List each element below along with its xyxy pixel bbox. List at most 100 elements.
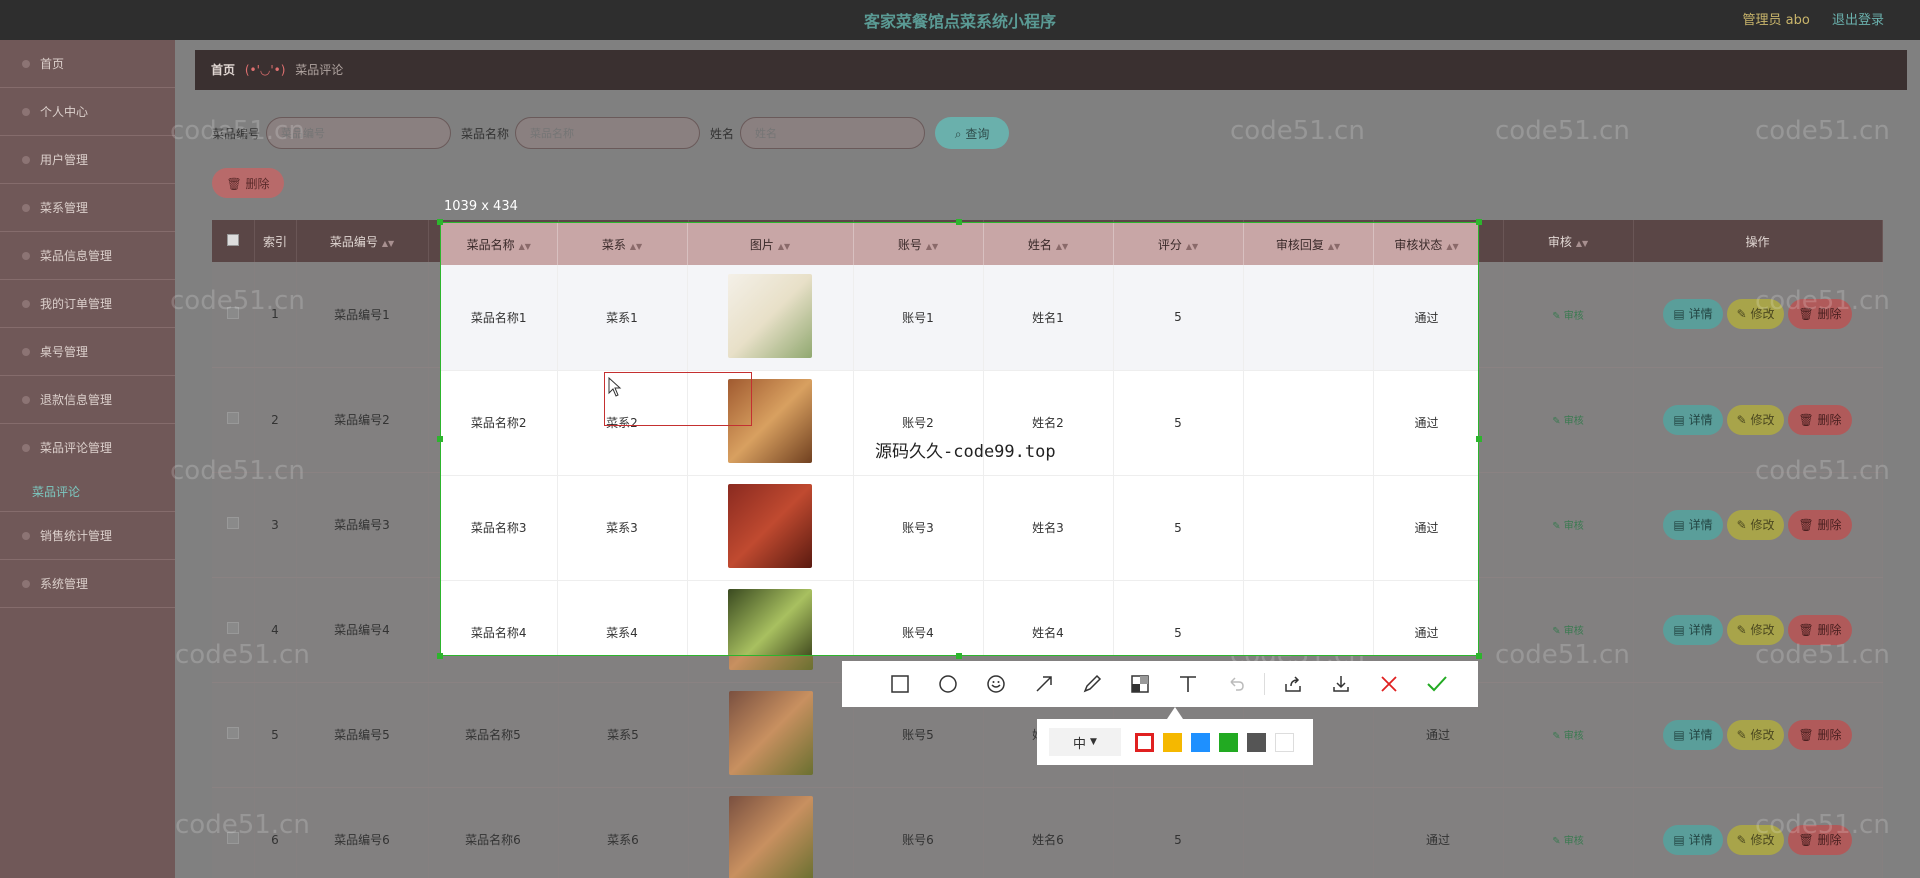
- row-index: 2: [271, 412, 279, 427]
- detail-button[interactable]: ▤ 详情: [1663, 719, 1723, 750]
- detail-button[interactable]: ▤ 详情: [1663, 509, 1723, 540]
- bullet-icon: [22, 252, 30, 260]
- text-tool[interactable]: [1164, 661, 1212, 707]
- font-size-select[interactable]: 中 ▼: [1049, 728, 1121, 756]
- resize-handle[interactable]: [437, 653, 443, 659]
- row-checkbox[interactable]: [226, 306, 239, 319]
- edit-button[interactable]: ✎ 修改: [1726, 404, 1785, 435]
- edit-button[interactable]: ✎ 修改: [1726, 509, 1785, 540]
- sidebar-item-comments[interactable]: 菜品评论: [0, 472, 175, 512]
- sidebar-item-refunds[interactable]: 退款信息管理: [0, 376, 175, 424]
- panel-pointer: [1167, 707, 1183, 719]
- row-checkbox[interactable]: [226, 412, 239, 424]
- rectangle-tool[interactable]: [876, 661, 924, 707]
- detail-button[interactable]: ▤ 详情: [1663, 824, 1723, 855]
- annotation-text[interactable]: 源码久久-code99.top: [875, 437, 1056, 462]
- audit-link[interactable]: ✎ 审核: [1552, 836, 1584, 847]
- sidebar-item-sales[interactable]: 销售统计管理: [0, 512, 175, 560]
- query-button[interactable]: ⌕ 查询: [935, 117, 1010, 149]
- share-tool[interactable]: [1269, 661, 1317, 707]
- color-swatch[interactable]: [1191, 732, 1210, 752]
- emoji-icon: [987, 675, 1005, 693]
- audit-link[interactable]: ✎ 审核: [1552, 416, 1584, 427]
- col-dish-code[interactable]: 菜品编号 ▲▼: [296, 220, 429, 262]
- row-checkbox[interactable]: [226, 832, 239, 844]
- sidebar-item-tables[interactable]: 桌号管理: [0, 328, 175, 376]
- row-cuisine: 菜系3: [606, 521, 638, 535]
- resize-handle[interactable]: [437, 219, 443, 225]
- person-name-label: 姓名: [710, 126, 735, 141]
- breadcrumb-home[interactable]: 首页: [211, 63, 235, 77]
- sidebar-item-comment-mgmt[interactable]: 菜品评论管理: [0, 424, 175, 472]
- delete-button[interactable]: 🗑 删除: [1788, 719, 1852, 750]
- edit-button[interactable]: ✎ 修改: [1726, 824, 1785, 855]
- person-name-input[interactable]: [740, 117, 926, 149]
- dish-name-input[interactable]: [515, 117, 701, 149]
- color-swatches: [1135, 732, 1303, 752]
- cap-col-image: 图片 ▲▼: [687, 223, 854, 265]
- bullet-icon: [22, 396, 30, 404]
- color-swatch[interactable]: [1163, 732, 1182, 752]
- delete-button[interactable]: 🗑 删除: [1788, 614, 1852, 645]
- dish-code-input[interactable]: [266, 117, 452, 149]
- delete-button[interactable]: 🗑 删除: [1788, 824, 1852, 855]
- brush-tool[interactable]: [1068, 661, 1116, 707]
- arrow-tool[interactable]: [1020, 661, 1068, 707]
- edit-button[interactable]: ✎ 修改: [1726, 719, 1785, 750]
- row-checkbox[interactable]: [226, 517, 239, 529]
- confirm-tool[interactable]: [1413, 661, 1461, 707]
- breadcrumb-current: 菜品评论: [295, 63, 344, 77]
- sidebar-item-home[interactable]: 首页: [0, 40, 175, 88]
- annotation-rectangle[interactable]: [604, 372, 752, 426]
- mosaic-icon: [1131, 675, 1149, 693]
- row-dish-code: 菜品编号4: [334, 623, 390, 637]
- color-swatch[interactable]: [1135, 732, 1154, 752]
- row-status: 通过: [1425, 833, 1450, 847]
- detail-button[interactable]: ▤ 详情: [1663, 404, 1723, 435]
- audit-link[interactable]: ✎ 审核: [1552, 521, 1584, 532]
- audit-link[interactable]: ✎ 审核: [1552, 311, 1584, 322]
- detail-button[interactable]: ▤ 详情: [1663, 299, 1723, 330]
- download-tool[interactable]: [1317, 661, 1365, 707]
- sidebar-item-system[interactable]: 系统管理: [0, 560, 175, 608]
- resize-handle[interactable]: [956, 219, 962, 225]
- select-all-checkbox[interactable]: [212, 220, 255, 262]
- detail-button[interactable]: ▤ 详情: [1663, 614, 1723, 645]
- audit-link[interactable]: ✎ 审核: [1552, 731, 1584, 742]
- batch-delete-button[interactable]: 🗑 删除: [212, 168, 284, 198]
- search-bar: 菜品编号 菜品名称 姓名 ⌕ 查询: [212, 117, 1010, 149]
- resize-handle[interactable]: [437, 436, 443, 442]
- ellipse-tool[interactable]: [924, 661, 972, 707]
- undo-tool[interactable]: [1212, 661, 1260, 707]
- resize-handle[interactable]: [1476, 653, 1482, 659]
- sidebar-item-dish-info[interactable]: 菜品信息管理: [0, 232, 175, 280]
- edit-button[interactable]: ✎ 修改: [1726, 614, 1785, 645]
- cancel-tool[interactable]: [1365, 661, 1413, 707]
- delete-button[interactable]: 🗑 删除: [1788, 299, 1852, 330]
- audit-link[interactable]: ✎ 审核: [1552, 626, 1584, 637]
- sidebar-item-cuisine[interactable]: 菜系管理: [0, 184, 175, 232]
- sidebar-item-users[interactable]: 用户管理: [0, 136, 175, 184]
- mosaic-tool[interactable]: [1116, 661, 1164, 707]
- sidebar-item-orders[interactable]: 我的订单管理: [0, 280, 175, 328]
- color-swatch[interactable]: [1275, 732, 1294, 752]
- color-swatch[interactable]: [1219, 732, 1238, 752]
- row-checkbox[interactable]: [226, 622, 239, 634]
- sidebar-item-profile[interactable]: 个人中心: [0, 88, 175, 136]
- logout-link[interactable]: 退出登录: [1832, 13, 1884, 28]
- color-swatch[interactable]: [1247, 732, 1266, 752]
- emoji-tool[interactable]: [972, 661, 1020, 707]
- cap-col-dish-name: 菜品名称 ▲▼: [441, 223, 558, 265]
- resize-handle[interactable]: [1476, 436, 1482, 442]
- close-icon: [1381, 676, 1397, 692]
- resize-handle[interactable]: [956, 653, 962, 659]
- col-audit[interactable]: 审核 ▲▼: [1503, 220, 1634, 262]
- resize-handle[interactable]: [1476, 219, 1482, 225]
- row-checkbox[interactable]: [226, 727, 239, 739]
- capture-row: 菜品名称1 菜系1 账号1 姓名1 5 通过: [441, 265, 1478, 371]
- delete-button[interactable]: 🗑 删除: [1788, 404, 1852, 435]
- delete-button[interactable]: 🗑 删除: [1788, 509, 1852, 540]
- breadcrumb-separator: (•'◡'•): [244, 63, 286, 77]
- edit-button[interactable]: ✎ 修改: [1726, 299, 1785, 330]
- dish-name-label: 菜品名称: [461, 126, 510, 141]
